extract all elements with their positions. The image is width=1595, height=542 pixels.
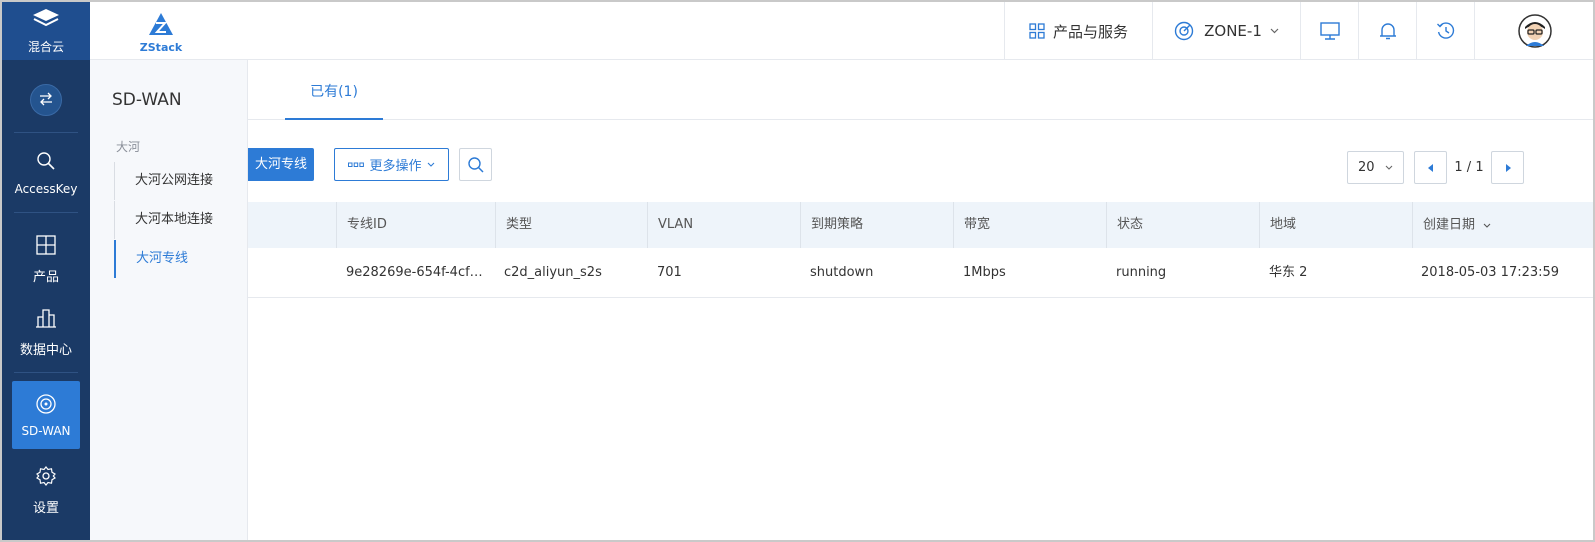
dots-icon — [348, 162, 365, 168]
chevron-down-icon — [1270, 28, 1279, 34]
nav-item-label: 产品 — [32, 270, 59, 285]
layers-icon — [31, 7, 61, 35]
nav-item-label: 设置 — [32, 501, 59, 516]
zstack-logo[interactable]: ZStack — [136, 12, 186, 54]
radar-icon — [35, 393, 57, 419]
page-size-select[interactable]: 20 — [1347, 151, 1404, 184]
column-header-expiry-policy[interactable]: 到期策略 — [800, 202, 953, 248]
caret-left-icon — [1427, 163, 1434, 172]
nav-divider — [14, 372, 78, 373]
column-header-region[interactable]: 地域 — [1259, 202, 1412, 248]
search-button[interactable] — [459, 148, 492, 181]
zstack-logo-icon — [148, 12, 174, 40]
cell-vlan: 701 — [657, 265, 682, 280]
subnav-item-public[interactable]: 大河公网连接 — [114, 162, 248, 200]
hybrid-cloud-label: 混合云 — [27, 40, 64, 54]
nav-item-label: AccessKey — [14, 182, 78, 196]
subnav-item-dedicated-line[interactable]: 大河专线 — [114, 240, 248, 278]
nav-divider — [14, 132, 78, 133]
nav-item-label: SD-WAN — [21, 423, 71, 438]
nav-item-products[interactable]: 产品 — [2, 234, 90, 285]
cell-expiry-policy: shutdown — [810, 265, 874, 280]
sort-down-icon — [1483, 202, 1491, 248]
table-row[interactable]: 9e28269e-654f-4cf… c2d_aliyun_s2s 701 sh… — [248, 248, 1593, 298]
bell-icon — [1378, 21, 1398, 41]
column-header-created-label: 创建日期 — [1423, 217, 1476, 233]
logo-text: ZStack — [139, 41, 183, 54]
prev-page-button[interactable] — [1414, 151, 1447, 184]
nav-item-settings[interactable]: 设置 — [2, 465, 90, 516]
nav-item-accesskey[interactable]: AccessKey — [2, 150, 90, 196]
sdwan-subnav: SD-WAN 大河 大河公网连接 大河本地连接 大河专线 — [90, 60, 248, 540]
column-header-created[interactable]: 创建日期 — [1412, 202, 1593, 248]
cell-bandwidth: 1Mbps — [963, 265, 1006, 280]
app-window: 混合云 AccessKey 产品 数据中心 SD-WAN 设置 ZStack 产… — [0, 0, 1595, 542]
cell-created: 2018-05-03 17:23:59 — [1421, 265, 1560, 280]
tab-bar: 已有(1) — [248, 60, 1593, 120]
more-actions-button[interactable]: 更多操作 — [334, 148, 449, 181]
zone-icon — [1174, 21, 1194, 41]
hybrid-cloud-switch[interactable]: 混合云 — [2, 2, 90, 60]
nav-item-label: 数据中心 — [19, 343, 72, 358]
products-services-menu[interactable]: 产品与服务 — [1004, 2, 1152, 60]
zone-label: ZONE-1 — [1204, 22, 1262, 40]
column-header-line-id[interactable]: 专线ID — [336, 202, 495, 248]
column-header-bandwidth[interactable]: 带宽 — [953, 202, 1106, 248]
more-actions-label: 更多操作 — [369, 159, 422, 174]
top-header: ZStack 产品与服务 ZONE-1 — [90, 2, 1593, 60]
create-dedicated-line-button[interactable]: 大河专线 — [248, 148, 314, 181]
column-header-vlan[interactable]: VLAN — [647, 202, 800, 248]
column-header-type[interactable]: 类型 — [495, 202, 647, 248]
page-size-value: 20 — [1358, 160, 1375, 175]
building-icon — [35, 307, 57, 333]
gear-icon — [35, 465, 57, 491]
grid-icon — [35, 234, 57, 260]
key-search-icon — [35, 150, 57, 176]
subnav-item-local[interactable]: 大河本地连接 — [114, 201, 248, 239]
apps-grid-icon — [1029, 23, 1045, 39]
cell-status: running — [1116, 265, 1167, 280]
nav-item-sdwan[interactable]: SD-WAN — [12, 381, 80, 449]
subnav-group-label: 大河 — [116, 140, 141, 154]
cell-region: 华东 2 — [1269, 265, 1308, 280]
swap-icon — [38, 91, 54, 110]
chevron-down-icon — [1385, 165, 1393, 170]
next-page-button[interactable] — [1491, 151, 1524, 184]
cell-line-id[interactable]: 9e28269e-654f-4cf… — [346, 248, 486, 298]
nav-divider — [14, 212, 78, 213]
subnav-title: SD-WAN — [112, 90, 182, 110]
monitor-button[interactable] — [1300, 2, 1358, 60]
user-menu[interactable] — [1474, 2, 1593, 60]
history-button[interactable] — [1416, 2, 1474, 60]
chevron-down-icon — [427, 162, 435, 167]
main-sidebar: 混合云 AccessKey 产品 数据中心 SD-WAN 设置 — [2, 2, 90, 540]
products-services-label: 产品与服务 — [1052, 22, 1128, 41]
tab-existing[interactable]: 已有(1) — [285, 60, 383, 120]
search-icon — [467, 156, 485, 174]
caret-right-icon — [1505, 163, 1511, 172]
table-header: 专线ID 类型 VLAN 到期策略 带宽 状态 地域 创建日期 — [248, 202, 1593, 248]
switch-arrows-button[interactable] — [30, 84, 62, 116]
zone-selector[interactable]: ZONE-1 — [1152, 2, 1300, 60]
cell-type: c2d_aliyun_s2s — [504, 265, 602, 280]
column-header-status[interactable]: 状态 — [1106, 202, 1259, 248]
notifications-button[interactable] — [1358, 2, 1416, 60]
nav-item-datacenter[interactable]: 数据中心 — [2, 307, 90, 358]
page-info: 1 / 1 — [1454, 160, 1484, 175]
history-icon — [1436, 21, 1456, 41]
avatar — [1518, 14, 1552, 48]
monitor-icon — [1319, 21, 1341, 41]
